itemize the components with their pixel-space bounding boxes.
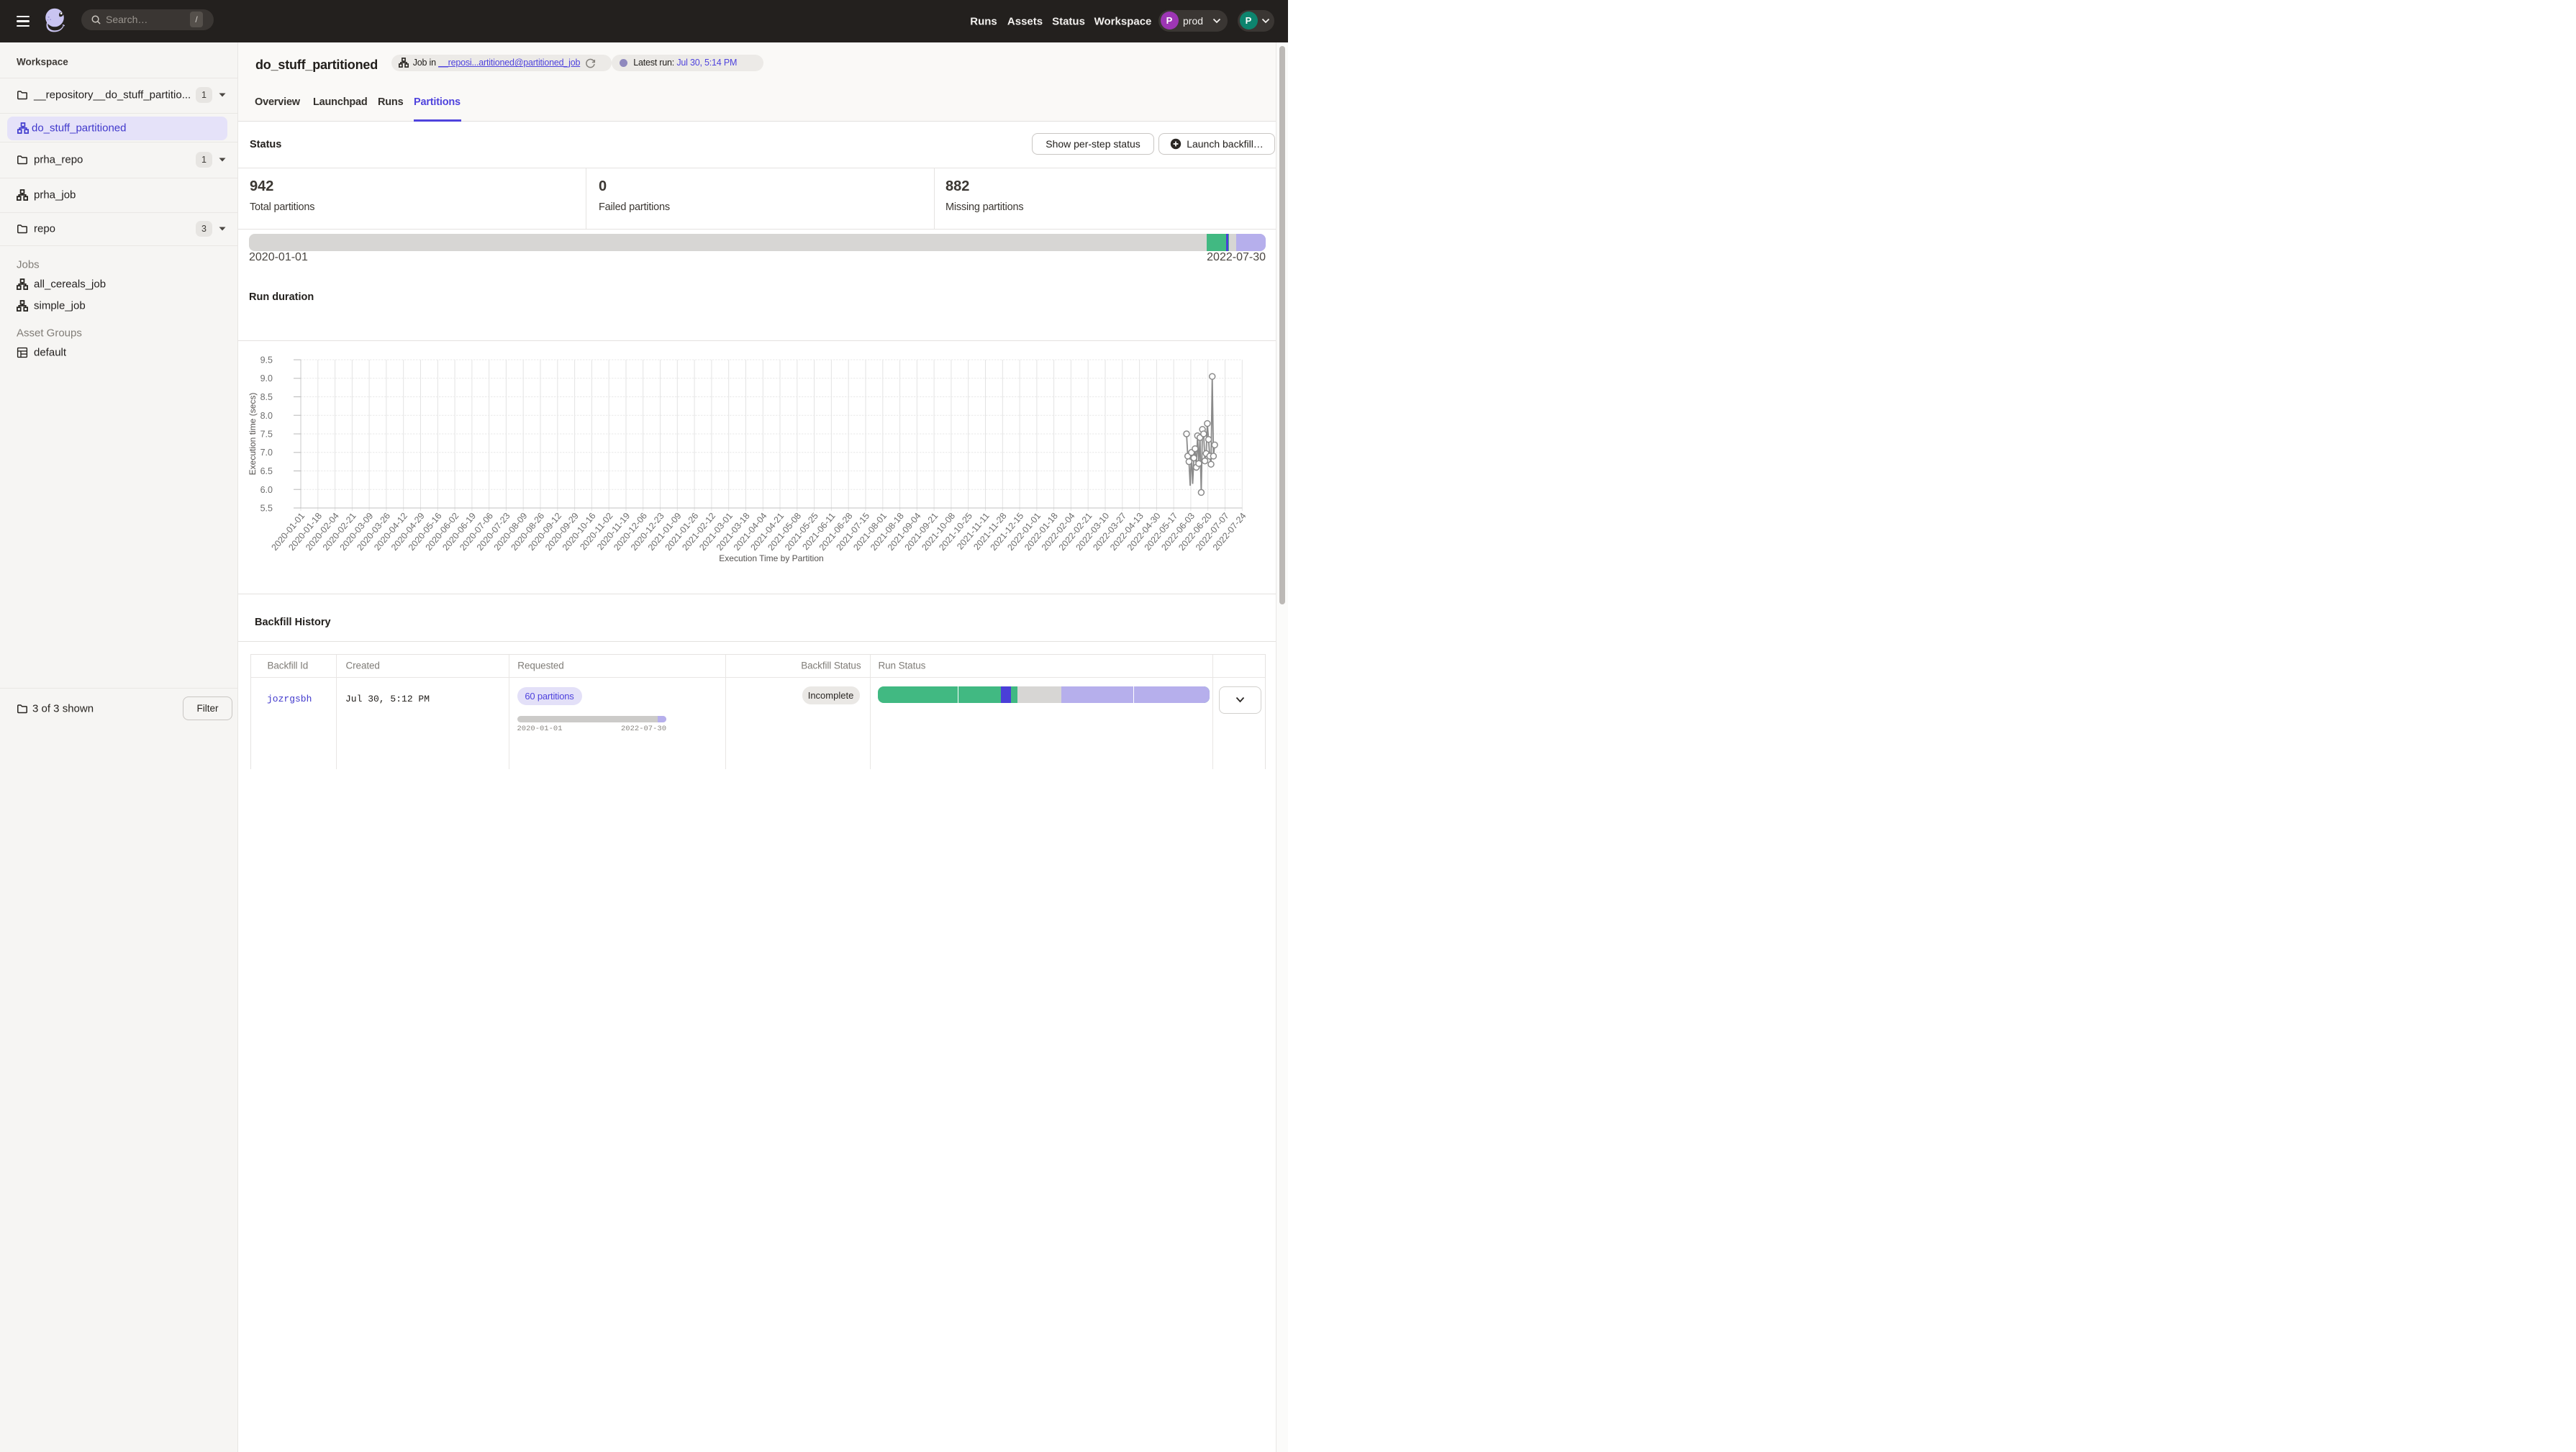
svg-text:Execution Time by Partition: Execution Time by Partition — [719, 553, 823, 563]
svg-text:8.5: 8.5 — [260, 392, 273, 402]
svg-text:8.0: 8.0 — [260, 411, 273, 421]
svg-text:5.5: 5.5 — [260, 504, 273, 514]
svg-text:6.5: 6.5 — [260, 466, 273, 476]
svg-text:9.0: 9.0 — [260, 373, 273, 384]
svg-text:6.0: 6.0 — [260, 485, 273, 495]
svg-text:7.5: 7.5 — [260, 430, 273, 440]
svg-text:9.5: 9.5 — [260, 355, 273, 366]
svg-text:Execution time (secs): Execution time (secs) — [248, 393, 258, 476]
svg-text:7.0: 7.0 — [260, 448, 273, 458]
